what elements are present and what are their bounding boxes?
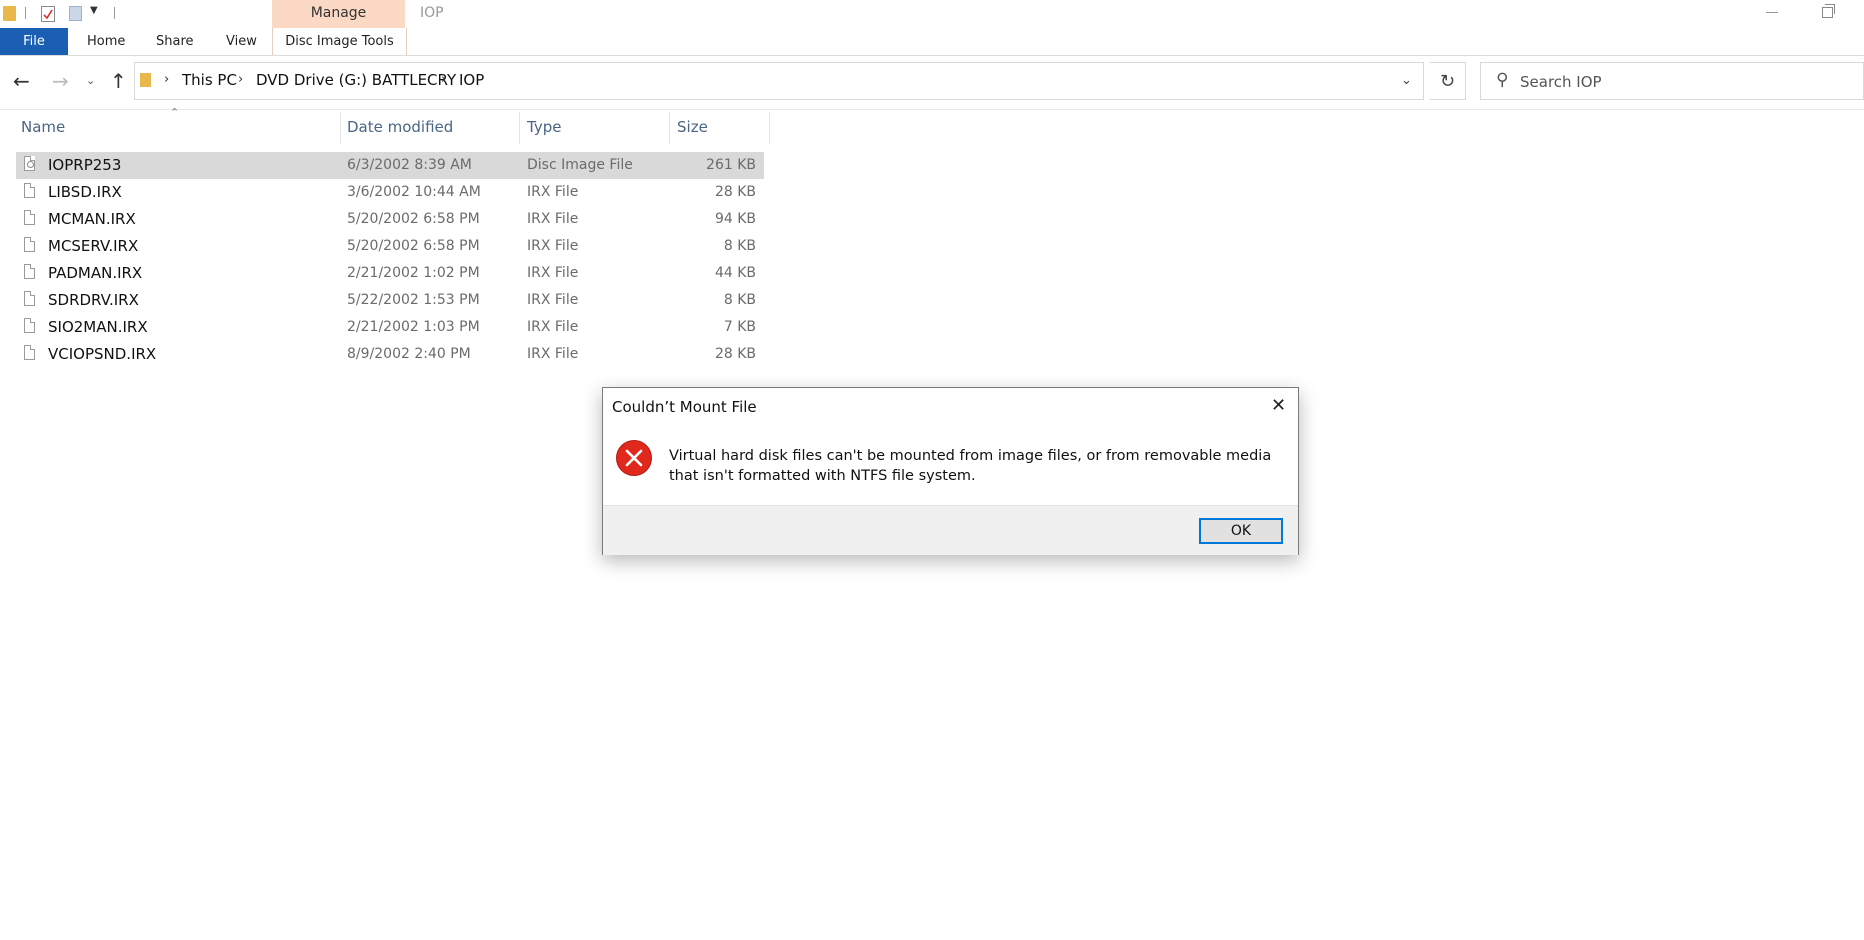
sort-ascending-icon: ⌃ — [170, 106, 180, 119]
window-title: IOP — [420, 5, 444, 21]
address-divider — [0, 109, 1864, 110]
error-icon — [616, 440, 652, 476]
restore-button[interactable] — [1822, 4, 1835, 18]
column-divider[interactable] — [340, 112, 341, 144]
dialog-title: Couldn’t Mount File — [612, 398, 757, 416]
file-type: IRX File — [527, 346, 579, 362]
file-name: IOPRP253 — [48, 156, 122, 174]
file-size: 8 KB — [723, 292, 756, 308]
column-divider[interactable] — [769, 112, 770, 144]
file-date: 8/9/2002 2:40 PM — [347, 346, 471, 362]
file-size: 261 KB — [706, 157, 756, 173]
file-type: IRX File — [527, 184, 579, 200]
minimize-button[interactable] — [1766, 12, 1778, 13]
ribbon-divider — [0, 55, 1864, 56]
file-icon — [24, 210, 35, 225]
file-row[interactable]: VCIOPSND.IRX 8/9/2002 2:40 PM IRX File 2… — [16, 341, 764, 368]
tab-view[interactable]: View — [226, 28, 257, 55]
file-size: 7 KB — [723, 319, 756, 335]
file-row[interactable]: PADMAN.IRX 2/21/2002 1:02 PM IRX File 44… — [16, 260, 764, 287]
address-dropdown-chevron-icon[interactable]: ⌄ — [1401, 73, 1412, 88]
column-header-name[interactable]: Name — [21, 118, 65, 136]
file-row[interactable]: IOPRP253 6/3/2002 8:39 AM Disc Image Fil… — [16, 152, 764, 179]
file-name: LIBSD.IRX — [48, 183, 122, 201]
forward-arrow-icon[interactable]: → — [52, 70, 69, 92]
tab-disc-image-tools[interactable]: Disc Image Tools — [272, 28, 407, 55]
search-icon: ⚲ — [1496, 70, 1509, 90]
new-folder-icon[interactable] — [69, 6, 82, 21]
file-row[interactable]: SIO2MAN.IRX 2/21/2002 1:03 PM IRX File 7… — [16, 314, 764, 341]
refresh-button[interactable]: ↻ — [1430, 62, 1466, 100]
file-name: PADMAN.IRX — [48, 264, 143, 282]
file-row[interactable]: SDRDRV.IRX 5/22/2002 1:53 PM IRX File 8 … — [16, 287, 764, 314]
breadcrumb-iop[interactable]: IOP — [459, 71, 484, 89]
file-date: 2/21/2002 1:03 PM — [347, 319, 480, 335]
up-arrow-icon[interactable]: ↑ — [110, 70, 127, 92]
column-header-type[interactable]: Type — [527, 118, 561, 136]
file-type: IRX File — [527, 238, 579, 254]
error-dialog: Couldn’t Mount File ✕ Virtual hard disk … — [602, 387, 1299, 555]
tab-home[interactable]: Home — [87, 28, 125, 55]
file-date: 5/20/2002 6:58 PM — [347, 238, 480, 254]
chevron-right-icon[interactable]: › — [441, 72, 446, 87]
column-header-date[interactable]: Date modified — [347, 118, 453, 136]
file-icon — [24, 345, 35, 360]
column-divider[interactable] — [669, 112, 670, 144]
breadcrumb-this-pc[interactable]: This PC — [182, 71, 237, 89]
manage-tab-group: Manage — [272, 0, 405, 30]
file-type: Disc Image File — [527, 157, 633, 173]
ok-button[interactable]: OK — [1199, 518, 1283, 544]
properties-check-icon[interactable] — [41, 6, 55, 22]
toolbar-separator — [114, 7, 115, 19]
file-name: VCIOPSND.IRX — [48, 345, 157, 363]
file-type: IRX File — [527, 319, 579, 335]
file-row[interactable]: MCSERV.IRX 5/20/2002 6:58 PM IRX File 8 … — [16, 233, 764, 260]
search-input[interactable] — [1518, 64, 1852, 100]
chevron-right-icon[interactable]: › — [238, 72, 243, 87]
back-arrow-icon[interactable]: ← — [13, 70, 30, 92]
breadcrumb-dvd-drive[interactable]: DVD Drive (G:) BATTLECRY — [256, 71, 456, 89]
file-row[interactable]: LIBSD.IRX 3/6/2002 10:44 AM IRX File 28 … — [16, 179, 764, 206]
close-icon[interactable]: ✕ — [1271, 395, 1286, 416]
file-type: IRX File — [527, 211, 579, 227]
disc-image-file-icon — [24, 156, 35, 171]
tab-share[interactable]: Share — [156, 28, 194, 55]
recent-locations-chevron-icon[interactable]: ⌄ — [86, 74, 95, 87]
file-icon — [24, 318, 35, 333]
file-name: MCSERV.IRX — [48, 237, 139, 255]
file-size: 94 KB — [714, 211, 756, 227]
file-date: 2/21/2002 1:02 PM — [347, 265, 480, 281]
column-header-size[interactable]: Size — [677, 118, 708, 136]
file-icon — [24, 264, 35, 279]
dialog-message: Virtual hard disk files can't be mounted… — [669, 448, 1272, 484]
file-date: 5/20/2002 6:58 PM — [347, 211, 480, 227]
file-icon — [24, 237, 35, 252]
file-date: 3/6/2002 10:44 AM — [347, 184, 481, 200]
file-size: 28 KB — [714, 184, 756, 200]
chevron-right-icon[interactable]: › — [164, 72, 169, 87]
file-icon — [24, 291, 35, 306]
file-date: 5/22/2002 1:53 PM — [347, 292, 480, 308]
file-size: 8 KB — [723, 238, 756, 254]
file-row[interactable]: MCMAN.IRX 5/20/2002 6:58 PM IRX File 94 … — [16, 206, 764, 233]
column-divider[interactable] — [519, 112, 520, 144]
file-date: 6/3/2002 8:39 AM — [347, 157, 472, 173]
folder-icon[interactable] — [3, 6, 16, 21]
toolbar-separator — [25, 7, 26, 19]
file-name: SIO2MAN.IRX — [48, 318, 148, 336]
file-type: IRX File — [527, 292, 579, 308]
customize-toolbar-chevron-icon[interactable]: ▼ — [90, 5, 98, 16]
file-type: IRX File — [527, 265, 579, 281]
folder-icon — [140, 73, 151, 87]
tab-file[interactable]: File — [0, 28, 68, 55]
file-name: MCMAN.IRX — [48, 210, 136, 228]
file-size: 44 KB — [714, 265, 756, 281]
dialog-footer — [603, 505, 1298, 555]
file-name: SDRDRV.IRX — [48, 291, 139, 309]
file-icon — [24, 183, 35, 198]
refresh-icon: ↻ — [1439, 71, 1456, 92]
file-size: 28 KB — [714, 346, 756, 362]
